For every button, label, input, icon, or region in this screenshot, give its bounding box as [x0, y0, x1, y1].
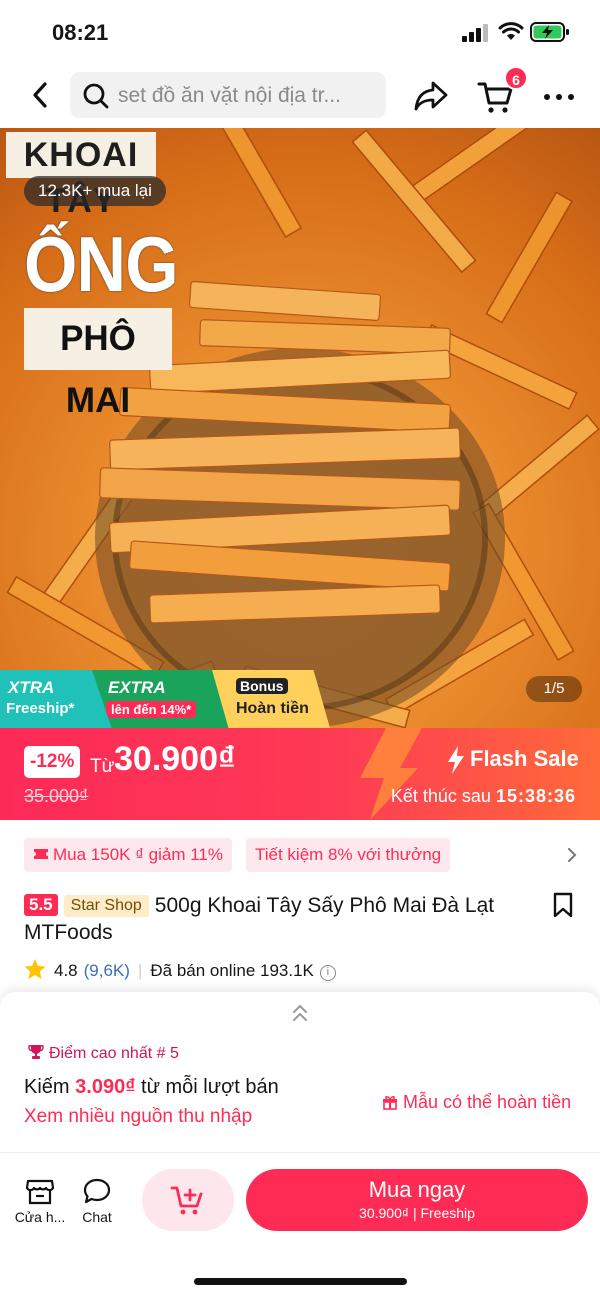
info-icon[interactable]: i [319, 965, 336, 981]
rebuy-count-pill: 12.3K+ mua lại [24, 176, 166, 206]
voucher-text: Mua 150K ₫ giảm 11% [53, 845, 223, 864]
star-icon [24, 959, 46, 979]
more-income-link[interactable]: Xem nhiều nguồn thu nhập [24, 1106, 252, 1128]
headline-text: ỐNG [24, 220, 179, 308]
voucher-tag[interactable]: Mua 150K ₫ giảm 11% [24, 838, 232, 872]
shop-label: Cửa h... [14, 1209, 66, 1225]
buy-now-button[interactable]: Mua ngay 30.900₫ | Freeship [246, 1169, 588, 1231]
headline-subtext: PHÔ MAI [24, 308, 172, 420]
clock: 08:21 [52, 20, 109, 45]
product-title: 5.5 Star Shop 500g Khoai Tây Sấy Phô Mai Đ… [24, 892, 554, 946]
flash-sale-countdown: Kết thúc sau 15:38:36 [391, 786, 576, 807]
price-from-label: Từ [90, 756, 115, 777]
expand-up-icon[interactable] [289, 1002, 311, 1024]
star-shop-tag: Star Shop [63, 895, 149, 917]
original-price: 35.000₫ [24, 786, 89, 806]
image-counter: 1/5 [526, 676, 582, 702]
earn-amount: 3.090₫ [75, 1076, 136, 1098]
banner-subtitle: lên đến 14%* [106, 701, 197, 718]
flash-bolt-icon [448, 746, 464, 774]
flash-sale-label: Flash Sale [470, 746, 579, 771]
chevron-right-icon[interactable] [564, 846, 580, 864]
discount-badge: -12% [24, 746, 81, 778]
battery-charging-icon [530, 22, 569, 42]
banner-title: EXTRA [108, 678, 166, 697]
shop-button[interactable]: Cửa h... [12, 1177, 68, 1229]
voucher-tag[interactable]: Tiết kiệm 8% với thưởng [246, 838, 451, 872]
gift-icon [383, 1096, 397, 1110]
bookmark-icon[interactable] [552, 892, 574, 918]
divider: | [137, 961, 143, 980]
voucher-text: Tiết kiệm 8% với thưởng [255, 845, 442, 864]
brand-label: KHOAI TÂY [6, 132, 156, 220]
buy-now-sublabel: 30.900₫ | Freeship [359, 1205, 475, 1221]
banner-subtitle: Freeship* [6, 700, 75, 717]
chat-label: Chat [82, 1209, 112, 1225]
countdown-timer: 15:38:36 [495, 786, 576, 806]
earn-per-sale: Kiếm 3.090₫ từ mỗi lượt bán [24, 1076, 279, 1099]
promo-banner-strip: XTRA Freeship* EXTRA lên đến 14%* Bonus … [0, 670, 330, 728]
ticket-icon [34, 849, 48, 859]
rating-value: 4.8 [54, 961, 78, 980]
buy-now-label: Mua ngay [368, 1177, 466, 1202]
rank-text: Điểm cao nhất # 5 [49, 1045, 179, 1062]
banner-subtitle: Hoàn tiền [236, 700, 309, 717]
cellular-signal-icon [462, 24, 488, 42]
affiliate-earnings-sheet: Điểm cao nhất # 5 Kiếm 3.090₫ từ mỗi lượ… [0, 992, 600, 1152]
bonus-refund-banner: Bonus Hoàn tiền [212, 670, 330, 728]
home-indicator[interactable] [194, 1278, 407, 1285]
flash-sale-bar: -12% Từ 30.900₫ 35.000₫ Flash Sale Kết t… [0, 728, 600, 820]
product-image-carousel[interactable]: KHOAI TÂY 12.3K+ mua lại ỐNG PHÔ MAI 1/5… [0, 128, 600, 728]
earn-prefix: Kiếm [24, 1076, 70, 1098]
refundable-sample-link[interactable]: Mẫu có thể hoàn tiền [382, 1092, 571, 1113]
back-arrow-icon[interactable] [24, 78, 58, 112]
add-cart-icon [170, 1186, 203, 1215]
chat-bubble-icon [83, 1178, 111, 1204]
cart-count-badge: 6 [504, 66, 528, 90]
voucher-row[interactable]: Mua 150K ₫ giảm 11% Tiết kiệm 8% với thư… [0, 836, 600, 876]
store-icon [25, 1179, 55, 1205]
search-query-text: set đồ ăn vặt nội địa tr... [118, 84, 341, 107]
share-icon[interactable] [412, 76, 450, 114]
sale-price: 30.900₫ [114, 740, 236, 778]
rating-count: (9,6K) [83, 961, 130, 980]
sale-event-badge: 5.5 [24, 894, 58, 916]
top-nav-bar: set đồ ăn vặt nội địa tr... 6 [0, 66, 600, 126]
bottom-action-bar: Cửa h... Chat Mua ngay 30.900₫ | Freeshi… [0, 1152, 600, 1299]
more-options-icon[interactable] [542, 80, 576, 114]
status-bar: 08:21 [0, 0, 600, 62]
search-icon [83, 83, 109, 109]
banner-title: XTRA [8, 678, 55, 697]
rank-label: Điểm cao nhất # 5 [28, 1044, 179, 1063]
add-to-cart-button[interactable] [142, 1169, 234, 1231]
rating-row[interactable]: 4.8 (9,6K) | Đã bán online 193.1K i [24, 958, 336, 984]
countdown-prefix: Kết thúc sau [390, 786, 491, 806]
banner-title: Bonus [236, 678, 288, 694]
sold-count: Đã bán online 193.1K [150, 961, 314, 980]
chat-button[interactable]: Chat [74, 1177, 120, 1229]
trophy-icon [28, 1045, 44, 1059]
refundable-text: Mẫu có thể hoàn tiền [403, 1092, 572, 1112]
earn-suffix: từ mỗi lượt bán [141, 1076, 279, 1098]
wifi-icon [498, 22, 524, 40]
search-input[interactable]: set đồ ăn vặt nội địa tr... [70, 72, 386, 118]
extra-cashback-banner: EXTRA lên đến 14%* [92, 670, 232, 728]
